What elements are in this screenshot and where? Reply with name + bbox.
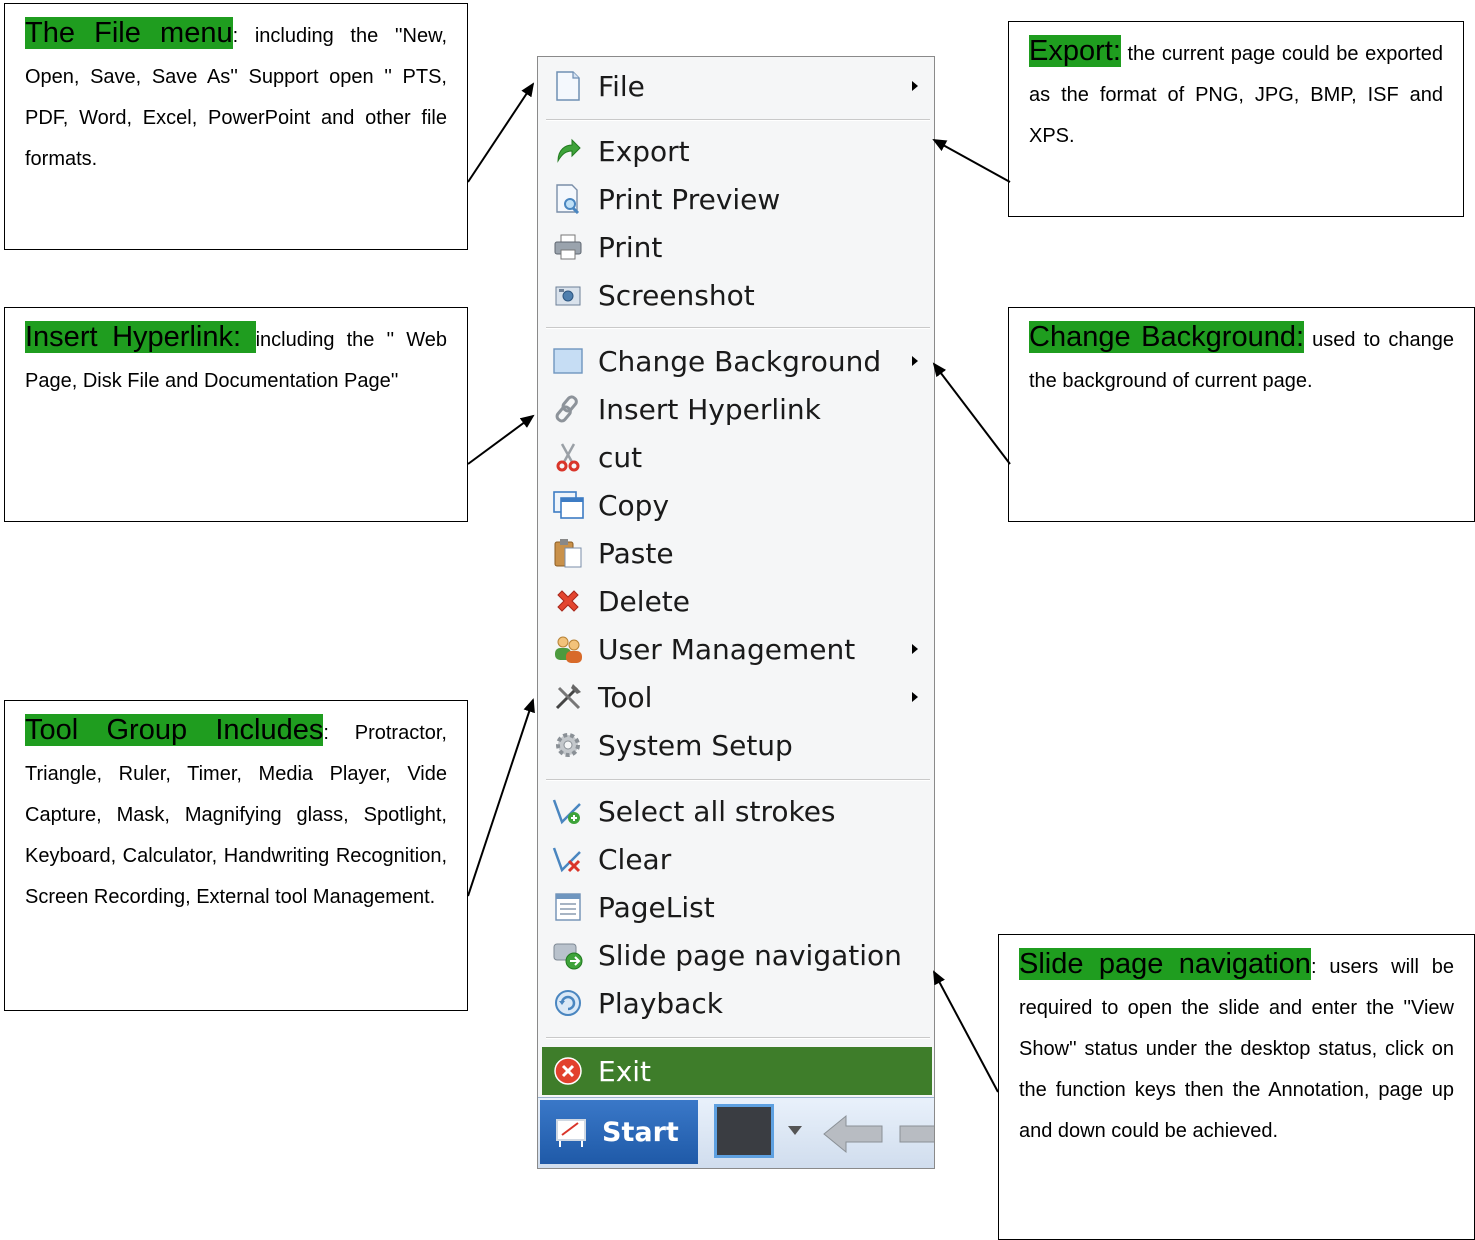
delete-x-icon (552, 585, 584, 617)
gear-icon (552, 729, 584, 761)
callout-change-background: Change Background: used to change the ba… (1008, 307, 1475, 522)
menu-item-label: Slide page navigation (598, 938, 902, 972)
arrow-export (932, 139, 1011, 183)
menu-item-label: Insert Hyperlink (598, 392, 821, 426)
start-label: Start (602, 1116, 679, 1148)
menu-item-delete[interactable]: Delete (546, 578, 930, 624)
menu-item-label: File (598, 69, 645, 103)
callout-slide-title: Slide page navigation (1019, 948, 1311, 980)
menu-item-copy[interactable]: Copy (546, 482, 930, 528)
callout-export: Export: the current page could be export… (1008, 21, 1464, 217)
scissors-icon (552, 441, 584, 473)
menu-item-label: Delete (598, 584, 690, 618)
menu-item-print[interactable]: Print (546, 224, 930, 270)
menu-item-label: Screenshot (598, 278, 755, 312)
menu-item-label: Export (598, 134, 690, 168)
callout-slide-navigation: Slide page navigation: users will be req… (998, 934, 1475, 1240)
arrow-slide (933, 970, 999, 1093)
callout-export-title: Export: (1029, 35, 1121, 67)
print-preview-icon (552, 183, 584, 215)
menu-separator (546, 779, 930, 781)
callout-tool-body: : Protractor, Triangle, Ruler, Timer, Me… (25, 722, 447, 908)
tools-icon (552, 681, 584, 713)
callout-tool-group: Tool Group Includes: Protractor, Triangl… (4, 700, 468, 1011)
file-icon (552, 70, 584, 102)
background-icon (552, 345, 584, 377)
menu-item-label: PageList (598, 890, 715, 924)
menu-item-label: Print Preview (598, 182, 781, 216)
menu-item-exit: Exit (546, 1048, 930, 1094)
playback-icon (552, 987, 584, 1019)
menu-item-label: Tool (598, 680, 653, 714)
menu-item-user-management[interactable]: User Management (546, 626, 930, 672)
copy-icon (552, 489, 584, 521)
menu-item-label: Change Background (598, 344, 882, 378)
camera-icon (552, 279, 584, 311)
submenu-arrow-icon (912, 644, 918, 654)
menu-item-print-preview[interactable]: Print Preview (546, 176, 930, 222)
exit-icon (552, 1055, 584, 1087)
menu-item-screenshot[interactable]: Screenshot (546, 272, 930, 318)
menu-item-label: Select all strokes (598, 794, 836, 828)
menu-item-tool[interactable]: Tool (546, 674, 930, 720)
menu-item-playback[interactable]: Playback (546, 980, 930, 1026)
menu-item-paste[interactable]: Paste (546, 530, 930, 576)
menu-item-cut[interactable]: cut (546, 434, 930, 480)
arrow-background (932, 362, 1011, 465)
menu-item-label: Paste (598, 536, 674, 570)
callout-file-menu: The File menu: including the ''New, Open… (4, 3, 468, 250)
submenu-arrow-icon (912, 356, 918, 366)
exit-label: Exit (598, 1054, 652, 1088)
start-icon (554, 1115, 590, 1149)
menu-item-label: Clear (598, 842, 672, 876)
menu-item-export[interactable]: Export (546, 128, 930, 174)
menu-item-insert-hyperlink[interactable]: Insert Hyperlink (546, 386, 930, 432)
menu-item-label: Print (598, 230, 663, 264)
menu-item-label: User Management (598, 632, 856, 666)
menu-item-label: cut (598, 440, 643, 474)
submenu-arrow-icon (912, 692, 918, 702)
menu-item-slide-page-navigation[interactable]: Slide page navigation (546, 932, 930, 978)
forward-arrow-icon[interactable] (898, 1112, 934, 1161)
menu-item-system-setup[interactable]: System Setup (546, 722, 930, 768)
arrow-hyperlink (467, 414, 535, 465)
users-icon (552, 633, 584, 665)
menu-item-clear[interactable]: Clear (546, 836, 930, 882)
dropdown-arrow-icon[interactable] (788, 1126, 802, 1135)
paste-icon (552, 537, 584, 569)
menu-item-file[interactable]: File (546, 63, 930, 109)
start-button[interactable]: Start (540, 1100, 698, 1164)
menu-separator (546, 1037, 930, 1039)
arrow-tool (467, 698, 535, 897)
menu-item-select-all-strokes[interactable]: Select all strokes (546, 788, 930, 834)
callout-file-title: The File menu (25, 17, 233, 49)
start-menu: File Export Print Preview Print Screensh… (537, 56, 935, 1169)
menu-item-label: System Setup (598, 728, 793, 762)
menu-separator (546, 119, 930, 121)
taskbar: Start (538, 1097, 934, 1168)
window-thumbnail[interactable] (714, 1104, 774, 1158)
export-icon (552, 135, 584, 167)
slide-navigation-icon (552, 939, 584, 971)
back-arrow-icon[interactable] (820, 1112, 884, 1161)
callout-background-title: Change Background: (1029, 321, 1305, 353)
menu-item-pagelist[interactable]: PageList (546, 884, 930, 930)
select-strokes-icon (552, 795, 584, 827)
callout-insert-hyperlink: Insert Hyperlink: including the '' Web P… (4, 307, 468, 522)
menu-item-label: Copy (598, 488, 670, 522)
submenu-arrow-icon (912, 81, 918, 91)
menu-separator (546, 327, 930, 329)
exit-button[interactable]: Exit (542, 1047, 932, 1095)
menu-item-change-background[interactable]: Change Background (546, 338, 930, 384)
menu-item-label: Playback (598, 986, 723, 1020)
link-icon (552, 393, 584, 425)
printer-icon (552, 231, 584, 263)
callout-slide-body: : users will be required to open the sli… (1019, 956, 1454, 1142)
clear-strokes-icon (552, 843, 584, 875)
arrow-file (467, 82, 535, 183)
callout-hyperlink-title: Insert Hyperlink: (25, 321, 256, 353)
callout-tool-title: Tool Group Includes (25, 714, 324, 746)
page-list-icon (552, 891, 584, 923)
